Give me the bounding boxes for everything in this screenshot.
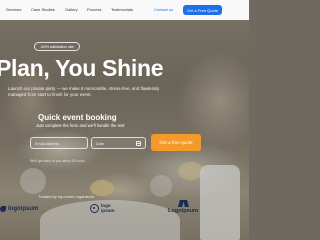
- client-logo-text: logoipsum: [8, 206, 39, 212]
- client-logo-2: logo ipsum: [90, 203, 115, 213]
- email-field[interactable]: Email Address: [30, 137, 88, 149]
- nav-link-case-studies[interactable]: Case Studies: [31, 7, 55, 12]
- client-logo-text: Logoipsum: [168, 208, 199, 214]
- get-free-quote-button[interactable]: Get a free quote: [151, 134, 201, 151]
- booking-subtitle: Just complete the form and we'll handle …: [36, 123, 125, 128]
- booking-title: Quick event booking: [38, 113, 117, 122]
- logo-ring-icon: [90, 203, 99, 213]
- nav-link-testimonials[interactable]: Testimonials: [111, 7, 133, 12]
- date-field[interactable]: Date: [91, 137, 146, 149]
- response-note: We'll get back to you within 24 hours: [30, 159, 85, 163]
- hero-headline: Plan, You Shine: [0, 55, 164, 81]
- hero-subtext: Launch our private party — we make it me…: [8, 86, 160, 97]
- logo-chevron-icon: [179, 200, 188, 207]
- client-logo-3: Logoipsum: [168, 200, 198, 214]
- client-logo-1: logoipsum: [0, 206, 38, 212]
- nav-link-services[interactable]: Services: [6, 7, 21, 12]
- trusted-by-label: Trusted by top event organizers: [38, 194, 95, 199]
- contact-us-link[interactable]: Contact us: [154, 7, 173, 12]
- nav-link-gallery[interactable]: Gallery: [65, 7, 78, 12]
- satisfaction-badge: 100% satisfaction rate: [34, 42, 80, 51]
- logo-mark-icon: [0, 206, 6, 212]
- top-navbar: Services Case Studies Gallery Process Te…: [0, 0, 249, 20]
- client-logo-text: logo ipsum: [101, 203, 115, 213]
- free-quote-button[interactable]: Get a Free Quote: [183, 5, 222, 15]
- calendar-icon[interactable]: [136, 141, 141, 146]
- nav-link-process[interactable]: Process: [87, 7, 101, 12]
- date-placeholder: Date: [96, 141, 105, 146]
- email-placeholder: Email Address: [35, 141, 60, 146]
